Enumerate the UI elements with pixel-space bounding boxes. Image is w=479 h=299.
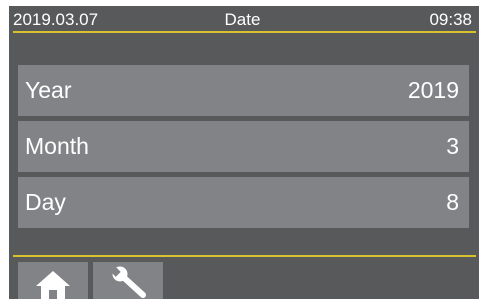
- year-field[interactable]: Year 2019: [18, 65, 469, 116]
- wrench-icon: [110, 266, 146, 298]
- month-label: Month: [25, 133, 89, 159]
- status-time: 09:38: [429, 10, 472, 29]
- year-label: Year: [25, 77, 72, 103]
- month-value: 3: [446, 133, 459, 159]
- status-bar: 2019.03.07 Date 09:38: [9, 6, 476, 32]
- year-value: 2019: [407, 77, 459, 103]
- day-label: Day: [25, 189, 66, 215]
- day-field[interactable]: Day 8: [18, 177, 469, 228]
- day-value: 8: [446, 189, 459, 215]
- nav-divider: [13, 255, 476, 257]
- home-button[interactable]: [18, 262, 88, 299]
- month-field[interactable]: Month 3: [18, 121, 469, 172]
- device-screen: 2019.03.07 Date 09:38 Year 2019 Month 3 …: [9, 6, 479, 299]
- home-icon: [36, 271, 70, 299]
- settings-button[interactable]: [93, 262, 163, 299]
- page-title: Date: [224, 10, 261, 29]
- date-fields: Year 2019 Month 3 Day 8: [18, 65, 469, 233]
- status-divider: [13, 31, 476, 33]
